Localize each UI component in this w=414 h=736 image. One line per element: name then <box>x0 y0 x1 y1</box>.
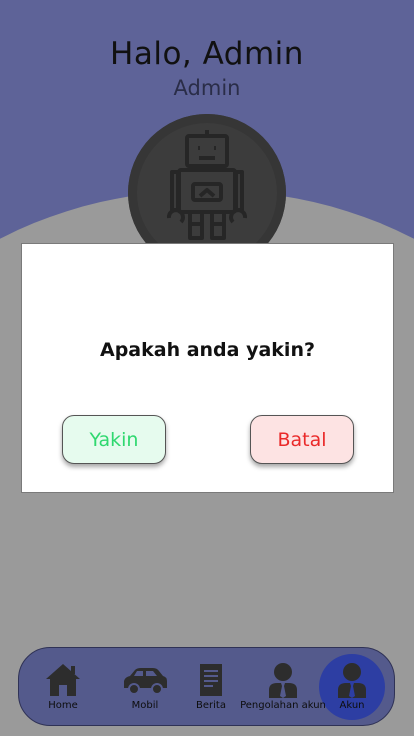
user-role: Admin <box>173 76 241 100</box>
account-icon <box>338 663 366 698</box>
confirm-button[interactable]: Yakin <box>62 415 166 464</box>
app-screen: Halo, Admin Admin Apakah anda yakin? Yak… <box>0 0 414 736</box>
user-manage-icon <box>269 663 297 698</box>
home-icon <box>46 664 80 696</box>
nav-item-berita[interactable]: Berita <box>193 648 229 727</box>
nav-label-mobil: Mobil <box>131 700 159 711</box>
bottom-navbar: Home Mobil Berita Pengolahan akun Akun <box>18 647 395 726</box>
nav-item-pengolahan-akun[interactable]: Pengolahan akun <box>240 648 326 727</box>
confirm-dialog: Apakah anda yakin? Yakin Batal <box>21 243 394 493</box>
nav-item-mobil[interactable]: Mobil <box>119 648 171 727</box>
cancel-button[interactable]: Batal <box>250 415 354 464</box>
news-icon <box>200 664 222 696</box>
nav-label-berita: Berita <box>196 700 226 711</box>
nav-item-home[interactable]: Home <box>43 648 83 727</box>
greeting-title: Halo, Admin <box>110 36 304 72</box>
nav-label-akun: Akun <box>339 700 365 711</box>
dialog-message: Apakah anda yakin? <box>99 339 315 361</box>
car-icon <box>124 668 167 695</box>
nav-label-home: Home <box>48 700 78 711</box>
nav-label-pengolahan-akun: Pengolahan akun <box>240 700 326 711</box>
nav-item-akun[interactable]: Akun <box>332 648 372 727</box>
